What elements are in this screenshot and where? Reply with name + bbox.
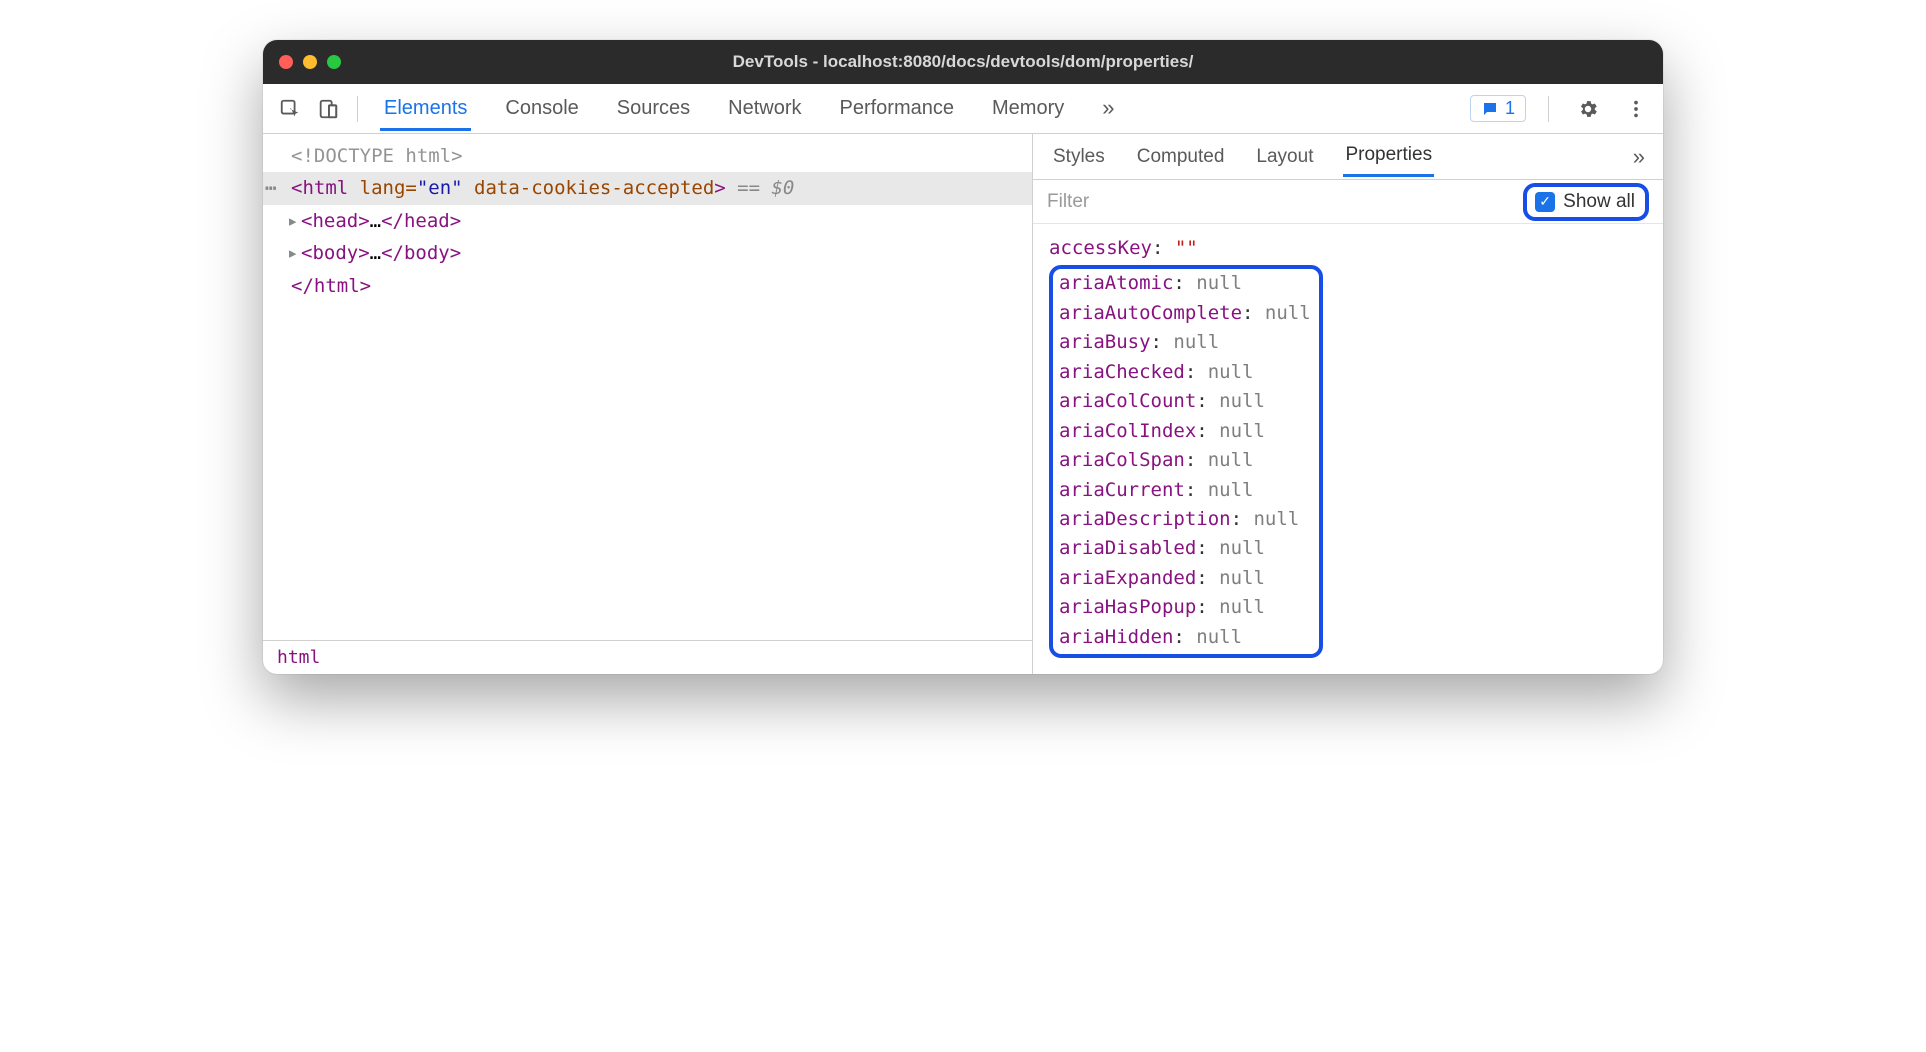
tab-memory[interactable]: Memory [988,87,1068,131]
more-tabs-icon[interactable]: » [1098,87,1118,131]
properties-highlight-box: ariaAtomic: nullariaAutoComplete: nullar… [1049,265,1323,658]
sidebar-pane: Styles Computed Layout Properties » ✓ Sh… [1033,134,1663,674]
maximize-window-button[interactable] [327,55,341,69]
property-row[interactable]: ariaExpanded: null [1059,564,1311,593]
inspect-element-icon[interactable] [273,92,307,126]
minimize-window-button[interactable] [303,55,317,69]
issues-count: 1 [1505,98,1515,119]
kebab-menu-icon[interactable] [1619,92,1653,126]
dom-node-head[interactable]: ▸<head>…</head> [263,205,1032,237]
titlebar: DevTools - localhost:8080/docs/devtools/… [263,40,1663,84]
tab-console[interactable]: Console [501,87,582,131]
dom-node-doctype[interactable]: <!DOCTYPE html> [263,140,1032,172]
settings-icon[interactable] [1571,92,1605,126]
breadcrumb-item[interactable]: html [277,647,320,668]
property-row[interactable]: ariaHasPopup: null [1059,593,1311,622]
dom-node-html-close[interactable]: </html> [263,270,1032,302]
property-row[interactable]: ariaDisabled: null [1059,534,1311,563]
tab-performance[interactable]: Performance [836,87,959,131]
toolbar-divider [1548,96,1549,122]
dom-node-html[interactable]: <html lang="en" data-cookies-accepted> =… [263,172,1032,204]
issues-icon [1481,100,1499,118]
filter-row: ✓ Show all [1033,180,1663,224]
property-row[interactable]: ariaDescription: null [1059,505,1311,534]
property-row[interactable]: accessKey: "" [1049,234,1663,263]
side-tab-styles[interactable]: Styles [1051,138,1107,176]
property-row[interactable]: ariaCurrent: null [1059,476,1311,505]
tab-sources[interactable]: Sources [613,87,694,131]
property-row[interactable]: ariaBusy: null [1059,328,1311,357]
sidebar-tabs: Styles Computed Layout Properties » [1033,134,1663,180]
main-tabs: Elements Console Sources Network Perform… [370,87,1466,131]
devtools-window: DevTools - localhost:8080/docs/devtools/… [263,40,1663,674]
device-toggle-icon[interactable] [311,92,345,126]
window-controls [279,55,341,69]
main-toolbar: Elements Console Sources Network Perform… [263,84,1663,134]
close-window-button[interactable] [279,55,293,69]
toolbar-divider [357,96,358,122]
side-tab-computed[interactable]: Computed [1135,138,1227,176]
window-title: DevTools - localhost:8080/docs/devtools/… [733,52,1194,72]
dom-tree[interactable]: <!DOCTYPE html> <html lang="en" data-coo… [263,134,1032,640]
toolbar-right: 1 [1470,92,1653,126]
expand-arrow-icon[interactable]: ▸ [287,206,301,236]
dom-node-body[interactable]: ▸<body>…</body> [263,237,1032,269]
filter-input[interactable] [1047,191,1513,213]
properties-list[interactable]: accessKey: "" ariaAtomic: nullariaAutoCo… [1033,224,1663,674]
show-all-checkbox[interactable]: ✓ [1535,192,1555,212]
side-tab-layout[interactable]: Layout [1254,138,1315,176]
tab-elements[interactable]: Elements [380,87,471,131]
property-row[interactable]: ariaChecked: null [1059,358,1311,387]
property-row[interactable]: ariaColCount: null [1059,387,1311,416]
tab-network[interactable]: Network [724,87,805,131]
property-row[interactable]: ariaAutoComplete: null [1059,299,1311,328]
side-tab-properties[interactable]: Properties [1343,136,1434,177]
show-all-toggle[interactable]: ✓ Show all [1523,183,1649,221]
expand-arrow-icon[interactable]: ▸ [287,238,301,268]
property-row[interactable]: ariaColIndex: null [1059,417,1311,446]
breadcrumb[interactable]: html [263,640,1032,674]
issues-button[interactable]: 1 [1470,95,1526,122]
property-row[interactable]: ariaColSpan: null [1059,446,1311,475]
content-area: <!DOCTYPE html> <html lang="en" data-coo… [263,134,1663,674]
property-row[interactable]: ariaAtomic: null [1059,269,1311,298]
elements-pane: <!DOCTYPE html> <html lang="en" data-coo… [263,134,1033,674]
property-row[interactable]: ariaHidden: null [1059,623,1311,652]
more-side-tabs-icon[interactable]: » [1633,144,1645,170]
show-all-label: Show all [1563,191,1635,213]
